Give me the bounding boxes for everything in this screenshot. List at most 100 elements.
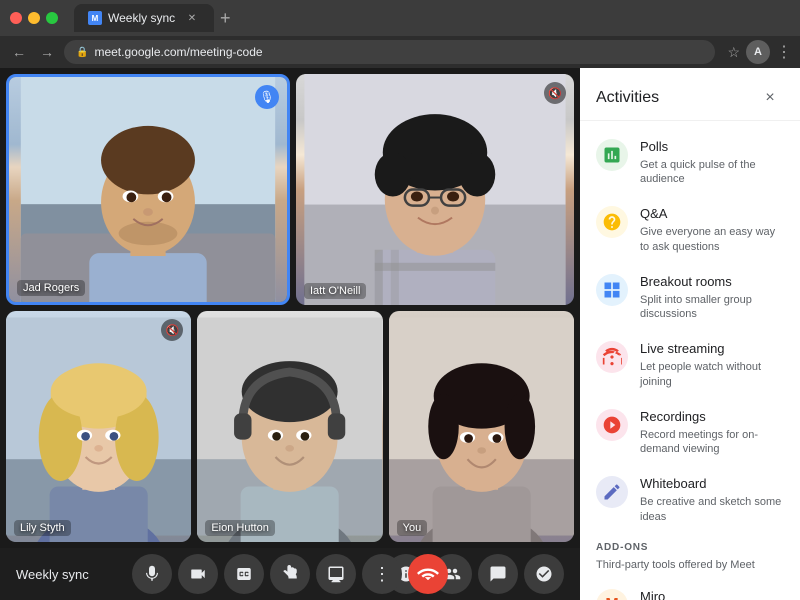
activity-item-qa[interactable]: Q&A Give everyone an easy way to ask que… [580,196,800,263]
video-tile-iatt: 🔇 Iatt O'Neill [296,74,574,305]
polls-svg [602,145,622,165]
qa-svg [602,212,622,232]
activities-header: Activities × [580,68,800,121]
camera-button[interactable] [178,554,218,594]
whiteboard-svg [602,482,622,502]
address-bar-row: ← → 🔒 meet.google.com/meeting-code ☆ A ⋮ [0,36,800,68]
activity-item-livestream[interactable]: Live streaming Let people watch without … [580,331,800,398]
toolbar-controls: ⋮ [132,554,448,594]
face-lily [6,311,191,542]
end-call-icon [417,568,439,580]
recordings-icon [596,409,628,441]
chat-button[interactable] [478,554,518,594]
qa-name: Q&A [640,206,784,223]
livestream-desc: Let people watch without joining [640,360,784,389]
mic-button[interactable] [132,554,172,594]
recordings-desc: Record meetings for on-demand viewing [640,428,784,457]
new-tab-button[interactable]: + [220,8,231,29]
addons-desc: Third-party tools offered by Meet [580,557,800,579]
address-bar[interactable]: 🔒 meet.google.com/meeting-code [64,40,715,64]
captions-icon [235,565,253,583]
recordings-svg [602,415,622,435]
tab-bar: M Weekly sync ✕ + [74,4,790,32]
whiteboard-icon [596,476,628,508]
activities-panel: Activities × Polls Get a quick pulse of … [580,68,800,600]
bookmark-icon[interactable]: ☆ [727,44,740,61]
whiteboard-name: Whiteboard [640,476,784,493]
qa-desc: Give everyone an easy way to ask questio… [640,225,784,254]
video-tile-jad: 🎙 Jad Rogers [6,74,290,305]
activity-item-recordings[interactable]: Recordings Record meetings for on-demand… [580,399,800,466]
qa-text: Q&A Give everyone an easy way to ask que… [640,206,784,253]
activities-icon [535,565,553,583]
tab-close-button[interactable]: ✕ [184,10,200,26]
recordings-text: Recordings Record meetings for on-demand… [640,409,784,456]
livestream-icon [596,341,628,373]
breakout-desc: Split into smaller group discussions [640,293,784,322]
meeting-title: Weekly sync [16,567,116,582]
name-label-eion: Eion Hutton [205,520,274,536]
name-label-you: You [397,520,428,536]
close-window-button[interactable] [10,12,22,24]
captions-button[interactable] [224,554,264,594]
profile-button[interactable]: A [746,40,770,64]
whiteboard-desc: Be creative and sketch some ideas [640,495,784,524]
qa-icon [596,206,628,238]
livestream-text: Live streaming Let people watch without … [640,341,784,388]
activity-item-miro[interactable]: M Miro Collaborative whiteboarding [580,579,800,600]
back-button[interactable]: ← [8,42,30,62]
participant-video-eion [197,311,382,542]
activities-button[interactable] [524,554,564,594]
tab-title: Weekly sync [108,11,175,25]
address-text: meet.google.com/meeting-code [94,45,262,59]
main-content: 🎙 Jad Rogers [0,68,800,600]
more-button[interactable]: ⋮ [362,554,402,594]
activity-item-whiteboard[interactable]: Whiteboard Be creative and sketch some i… [580,466,800,533]
raise-hand-button[interactable] [270,554,310,594]
miro-icon: M [596,589,628,600]
livestream-svg [602,347,622,367]
activity-item-polls[interactable]: Polls Get a quick pulse of the audience [580,129,800,196]
name-label-iatt: Iatt O'Neill [304,283,366,299]
maximize-window-button[interactable] [46,12,58,24]
lock-icon: 🔒 [76,47,88,58]
polls-desc: Get a quick pulse of the audience [640,158,784,187]
camera-icon [189,565,207,583]
miro-name: Miro [640,589,784,600]
miro-text: Miro Collaborative whiteboarding [640,589,784,600]
present-icon [327,565,345,583]
addons-section-header: ADD-ONS [580,534,800,557]
recordings-name: Recordings [640,409,784,426]
activities-close-button[interactable]: × [756,84,784,112]
forward-button[interactable]: → [36,42,58,62]
more-icon: ⋮ [373,564,391,585]
polls-text: Polls Get a quick pulse of the audience [640,139,784,186]
name-label-jad: Jad Rogers [17,280,85,296]
video-grid: 🎙 Jad Rogers [0,68,580,548]
speaking-indicator-jad: 🎙 [255,85,279,109]
video-row-bottom: 🔇 Lily Styth [6,311,574,542]
face-iatt [296,74,574,305]
name-label-lily: Lily Styth [14,520,71,536]
video-tile-lily: 🔇 Lily Styth [6,311,191,542]
muted-indicator-iatt: 🔇 [544,82,566,104]
activity-item-breakout[interactable]: Breakout rooms Split into smaller group … [580,264,800,331]
present-button[interactable] [316,554,356,594]
face-eion [197,311,382,542]
whiteboard-text: Whiteboard Be creative and sketch some i… [640,476,784,523]
tab-favicon: M [88,11,102,25]
polls-name: Polls [640,139,784,156]
browser-menu-button[interactable]: ⋮ [776,42,792,62]
participant-video-iatt [296,74,574,305]
active-tab[interactable]: M Weekly sync ✕ [74,4,214,32]
face-you [389,311,574,542]
minimize-window-button[interactable] [28,12,40,24]
raise-hand-icon [281,565,299,583]
video-row-top: 🎙 Jad Rogers [6,74,574,305]
breakout-name: Breakout rooms [640,274,784,291]
breakout-svg [602,280,622,300]
participant-video-jad [9,77,287,302]
end-call-button[interactable] [408,554,448,594]
face-jad [9,77,287,302]
breakout-text: Breakout rooms Split into smaller group … [640,274,784,321]
